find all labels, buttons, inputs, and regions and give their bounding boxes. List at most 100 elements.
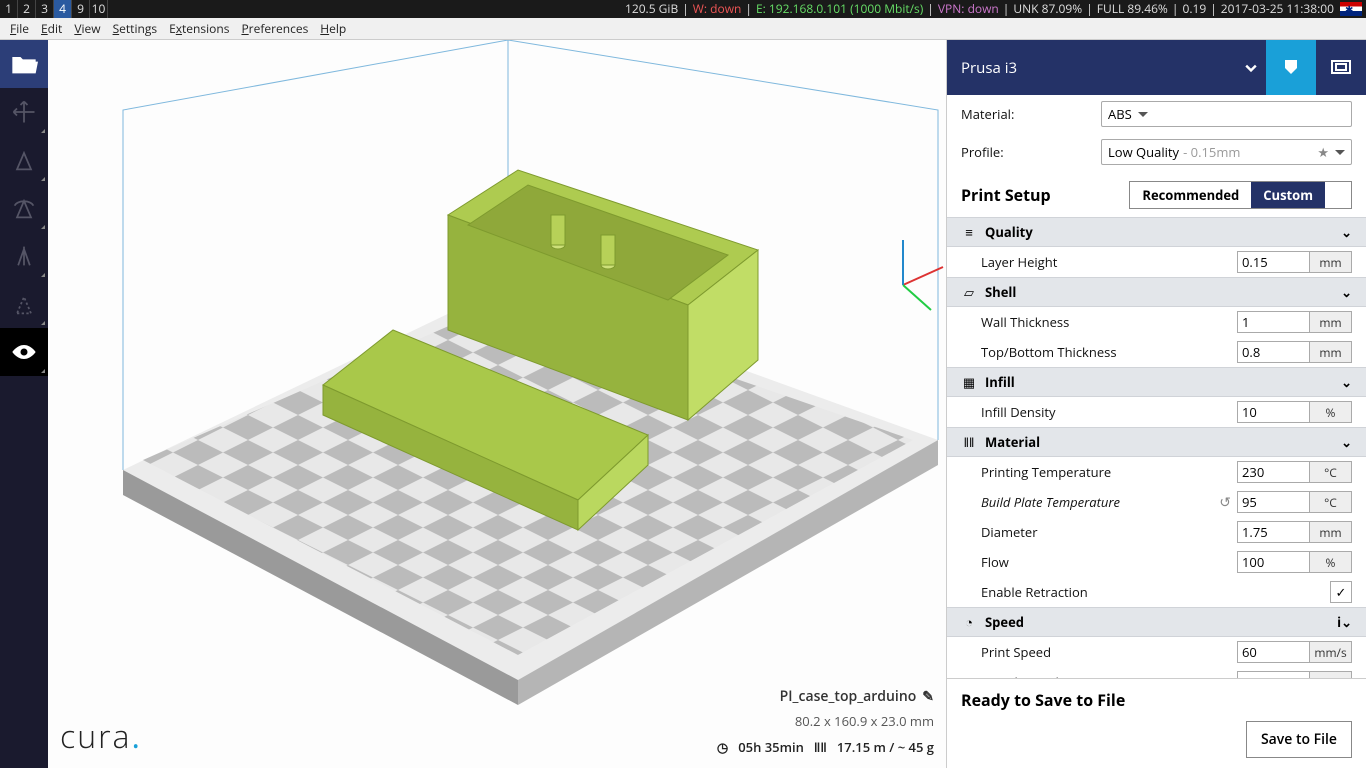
chevron-down-icon: ⌄ xyxy=(1341,373,1352,391)
ws-3[interactable]: 3 xyxy=(36,0,54,18)
print-speed-label: Print Speed xyxy=(981,643,1237,661)
pencil-icon[interactable]: ✎ xyxy=(922,687,934,706)
category-material[interactable]: ‖‖Material⌄ xyxy=(947,427,1366,457)
ws-4[interactable]: 4 xyxy=(54,0,72,18)
save-to-file-button[interactable]: Save to File xyxy=(1246,721,1352,758)
panel-header: Prusa i3 xyxy=(947,40,1366,95)
ws-1[interactable]: 1 xyxy=(0,0,18,18)
scale-icon xyxy=(10,146,38,174)
tab-monitor[interactable] xyxy=(1316,40,1366,95)
print-temp-label: Printing Temperature xyxy=(981,463,1237,481)
tool-rotate[interactable] xyxy=(0,184,48,232)
bed-temp-input[interactable] xyxy=(1238,492,1309,512)
tool-move[interactable] xyxy=(0,88,48,136)
profile-label: Profile: xyxy=(961,143,1101,161)
tool-scale[interactable] xyxy=(0,136,48,184)
menu-help[interactable]: Help xyxy=(314,18,352,39)
unit-mm: mm xyxy=(1309,252,1351,272)
ws-2[interactable]: 2 xyxy=(18,0,36,18)
quality-icon: ≡ xyxy=(961,223,977,241)
open-file-button[interactable] xyxy=(0,40,48,88)
tab-print-settings[interactable] xyxy=(1266,40,1316,95)
category-infill[interactable]: ▦Infill⌄ xyxy=(947,367,1366,397)
model-name: PI_case_top_arduino xyxy=(780,687,917,706)
rotate-icon xyxy=(10,194,38,222)
menu-settings[interactable]: Settings xyxy=(107,18,164,39)
load-avg: 0.19 xyxy=(1180,0,1208,18)
ethernet-status: E: 192.168.0.101 (1000 Mbit/s) xyxy=(754,0,925,18)
left-toolbar xyxy=(0,40,48,768)
caret-down-icon xyxy=(1138,112,1148,117)
chevron-down-icon: ⌄ xyxy=(1341,283,1352,301)
locale-flag-icon xyxy=(1340,2,1362,16)
ws-10[interactable]: 10 xyxy=(90,0,108,18)
tool-mirror[interactable] xyxy=(0,232,48,280)
chevron-down-icon: ⌄ xyxy=(1341,223,1352,241)
ws-9[interactable]: 9 xyxy=(72,0,90,18)
extruder-icon xyxy=(1279,56,1303,80)
shell-icon: ▱ xyxy=(961,283,977,301)
settings-panel: Prusa i3 Material: ABS Profile: Low xyxy=(946,40,1366,768)
menu-extensions[interactable]: Extensions xyxy=(163,18,235,39)
recommended-tab[interactable]: Recommended xyxy=(1130,182,1251,208)
view-mode-button[interactable] xyxy=(0,328,48,376)
custom-tab[interactable]: Custom xyxy=(1251,182,1325,208)
menu-preferences[interactable]: Preferences xyxy=(235,18,314,39)
infill-icon: ▦ xyxy=(961,373,977,391)
layer-height-input[interactable] xyxy=(1238,252,1309,272)
vpn-status: VPN: down xyxy=(936,0,1001,18)
setup-mode-toggle[interactable]: Recommended Custom xyxy=(1129,181,1352,209)
menu-file[interactable]: File xyxy=(4,18,35,39)
search-settings-button[interactable] xyxy=(1325,182,1351,208)
move-icon xyxy=(10,98,38,126)
topbot-input[interactable] xyxy=(1238,342,1309,362)
revert-icon[interactable]: ↺ xyxy=(1219,493,1231,512)
cura-logo: cura. xyxy=(60,715,142,758)
wall-thickness-input[interactable] xyxy=(1238,312,1309,332)
folder-open-icon xyxy=(10,50,38,78)
full-meter: FULL 89.46% xyxy=(1095,0,1170,18)
retraction-checkbox[interactable]: ✓ xyxy=(1330,581,1352,603)
monitor-icon xyxy=(1329,56,1353,80)
layer-height-label: Layer Height xyxy=(981,253,1237,271)
caret-down-icon xyxy=(1335,150,1345,155)
scene-3d xyxy=(48,40,946,768)
category-quality[interactable]: ≡Quality⌄ xyxy=(947,217,1366,247)
bed-temp-label: Build Plate Temperature xyxy=(981,493,1219,511)
panel-footer: Ready to Save to File Save to File xyxy=(947,678,1366,768)
category-speed[interactable]: ◔Speedi⌄ xyxy=(947,607,1366,637)
diameter-label: Diameter xyxy=(981,523,1237,541)
material-icon: ‖‖ xyxy=(961,433,977,451)
star-icon: ★ xyxy=(1317,143,1329,161)
material-select[interactable]: ABS xyxy=(1101,101,1352,127)
app-menu-bar: File Edit View Settings Extensions Prefe… xyxy=(0,18,1366,40)
machine-dropdown-icon[interactable] xyxy=(1236,40,1266,95)
infill-density-input[interactable] xyxy=(1238,402,1309,422)
menu-view[interactable]: View xyxy=(68,18,106,39)
print-setup-title: Print Setup xyxy=(961,184,1051,206)
diameter-input[interactable] xyxy=(1238,522,1309,542)
workspace-switcher[interactable]: 1 2 3 4 9 10 xyxy=(0,0,108,18)
model-dimensions: 80.2 x 160.9 x 23.0 mm xyxy=(717,712,934,730)
tool-persetting[interactable] xyxy=(0,280,48,328)
retraction-label: Enable Retraction xyxy=(981,583,1237,601)
category-shell[interactable]: ▱Shell⌄ xyxy=(947,277,1366,307)
flow-input[interactable] xyxy=(1238,552,1309,572)
clock: 2017-03-25 11:38:00 xyxy=(1219,0,1336,18)
system-status-bar: 1 2 3 4 9 10 120.5 GiB | W: down | E: 19… xyxy=(0,0,1366,18)
eye-icon xyxy=(10,338,38,366)
print-temp-input[interactable] xyxy=(1238,462,1309,482)
machine-selector[interactable]: Prusa i3 xyxy=(947,58,1236,78)
flow-label: Flow xyxy=(981,553,1237,571)
menu-edit[interactable]: Edit xyxy=(35,18,68,39)
clock-icon: ◷ xyxy=(717,738,728,756)
profile-select[interactable]: Low Quality - 0.15mm ★ xyxy=(1101,139,1352,165)
print-speed-input[interactable] xyxy=(1238,642,1309,662)
wifi-status: W: down xyxy=(691,0,744,18)
search-icon xyxy=(1331,186,1345,200)
unk-meter: UNK 87.09% xyxy=(1011,0,1084,18)
build-plate-viewport[interactable]: cura. PI_case_top_arduino ✎ 80.2 x 160.9… xyxy=(48,40,946,768)
filament-usage: 17.15 m / ~ 45 g xyxy=(837,738,934,756)
ready-status: Ready to Save to File xyxy=(961,689,1352,711)
per-model-icon xyxy=(10,290,38,318)
